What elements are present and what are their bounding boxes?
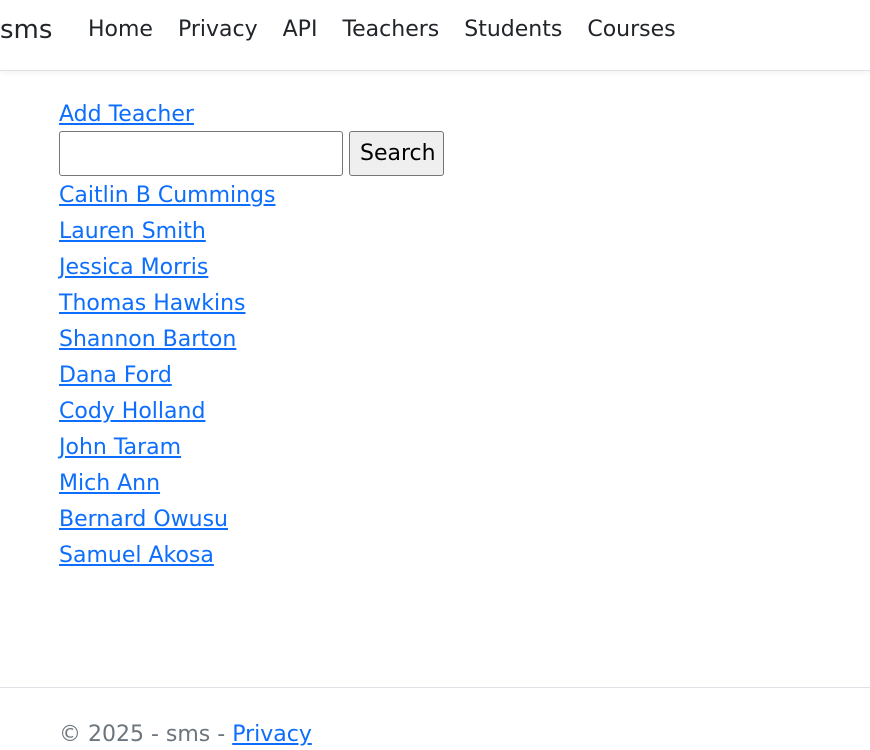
list-item: Cody Holland [59,397,444,433]
teacher-link[interactable]: Bernard Owusu [59,507,228,532]
teacher-link[interactable]: Jessica Morris [59,255,208,280]
search-form: Search [59,131,444,176]
nav-menu: Home Privacy API Teachers Students Cours… [88,15,701,45]
search-input[interactable] [59,131,343,176]
nav-link-students[interactable]: Students [464,15,562,45]
navbar: sms Home Privacy API Teachers Students C… [0,0,870,71]
list-item: Mich Ann [59,469,444,505]
search-button[interactable]: Search [349,131,444,176]
list-item: Dana Ford [59,361,444,397]
teacher-link[interactable]: Lauren Smith [59,219,206,244]
nav-link-home[interactable]: Home [88,15,153,45]
teacher-link[interactable]: Thomas Hawkins [59,291,245,316]
footer-text: © 2025 - sms - Privacy [59,720,312,750]
list-item: Lauren Smith [59,217,444,253]
nav-link-privacy[interactable]: Privacy [178,15,258,45]
nav-link-courses[interactable]: Courses [587,15,675,45]
list-item: Thomas Hawkins [59,289,444,325]
add-teacher-link[interactable]: Add Teacher [59,100,444,130]
brand-link[interactable]: sms [0,14,52,46]
copyright-text: © 2025 - sms - [59,722,233,747]
teacher-link[interactable]: Cody Holland [59,399,205,424]
list-item: Jessica Morris [59,253,444,289]
list-item: Caitlin B Cummings [59,181,444,217]
teacher-link[interactable]: Mich Ann [59,471,160,496]
main-content: Add Teacher Search Caitlin B Cummings La… [59,100,444,577]
list-item: Shannon Barton [59,325,444,361]
footer-privacy-link[interactable]: Privacy [232,722,312,747]
teacher-link[interactable]: Samuel Akosa [59,543,214,568]
nav-link-teachers[interactable]: Teachers [342,15,439,45]
list-item: John Taram [59,433,444,469]
teacher-link[interactable]: Shannon Barton [59,327,236,352]
list-item: Samuel Akosa [59,541,444,577]
teacher-list: Caitlin B Cummings Lauren Smith Jessica … [59,181,444,577]
teacher-link[interactable]: John Taram [59,435,181,460]
teacher-link[interactable]: Caitlin B Cummings [59,183,275,208]
teacher-link[interactable]: Dana Ford [59,363,172,388]
footer: © 2025 - sms - Privacy [0,687,870,747]
nav-link-api[interactable]: API [283,15,318,45]
list-item: Bernard Owusu [59,505,444,541]
